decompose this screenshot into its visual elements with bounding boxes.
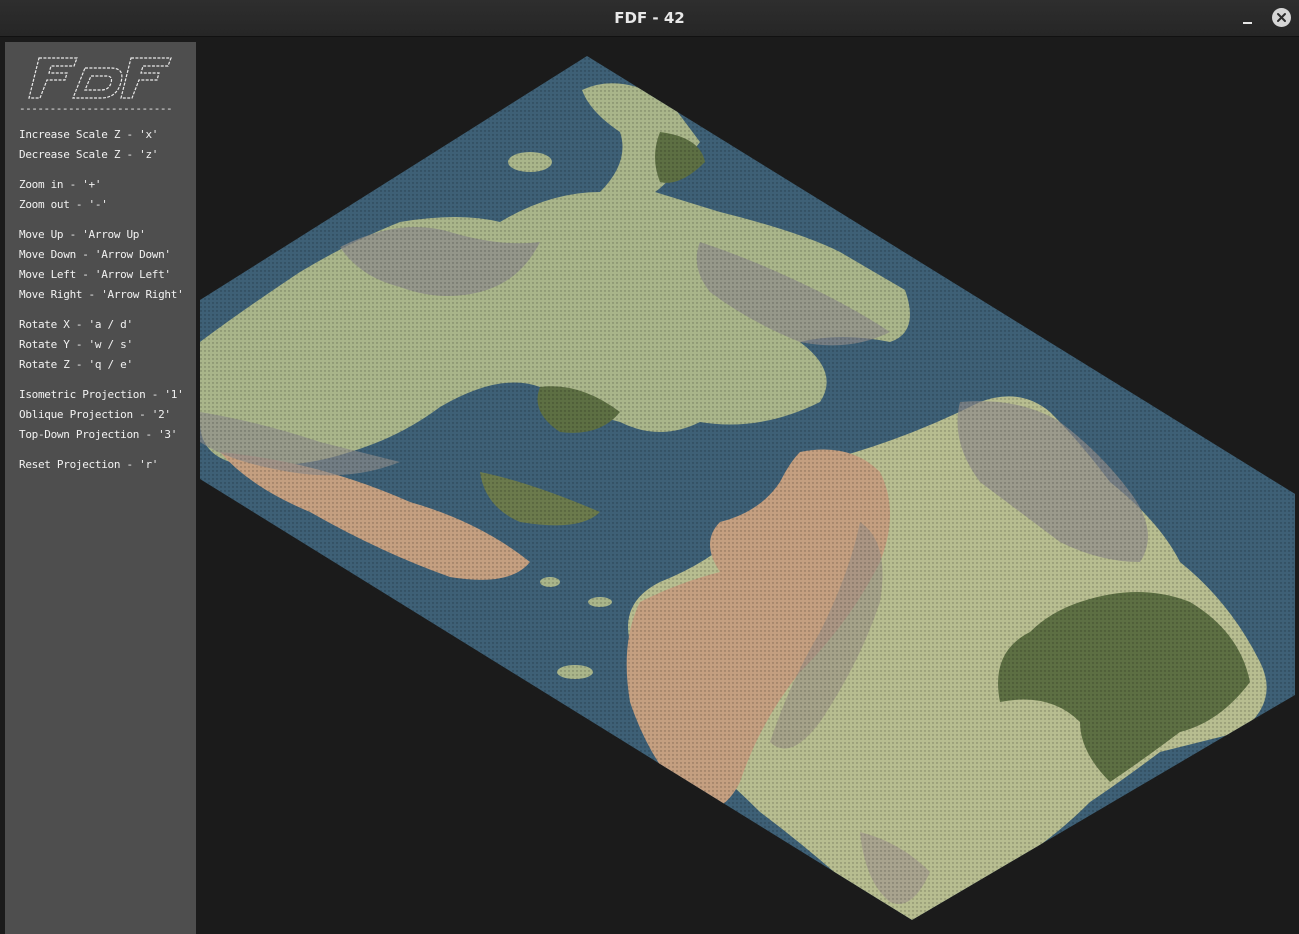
sidebar-divider: ------------------------- xyxy=(19,102,173,115)
fdf-logo xyxy=(28,57,172,99)
window-title: FDF - 42 xyxy=(614,9,685,27)
control-hint: Move Down - 'Arrow Down' xyxy=(19,248,171,261)
controls-sidebar: ------------------------- Increase Scale… xyxy=(5,42,196,934)
wireframe-map xyxy=(200,56,1295,920)
minimize-button[interactable] xyxy=(1238,8,1258,28)
control-hint: Oblique Projection - '2' xyxy=(19,408,171,421)
map-viewport[interactable] xyxy=(200,42,1295,934)
control-hint: Increase Scale Z - 'x' xyxy=(19,128,159,141)
control-hint: Top-Down Projection - '3' xyxy=(19,428,178,441)
control-hint: Rotate Z - 'q / e' xyxy=(19,358,133,371)
title-bar[interactable]: FDF - 42 xyxy=(0,0,1299,37)
controls-list: Increase Scale Z - 'x' Decrease Scale Z -… xyxy=(19,125,184,475)
control-hint: Rotate Y - 'w / s' xyxy=(19,338,133,351)
control-hint: Move Up - 'Arrow Up' xyxy=(19,228,146,241)
control-hint: Rotate X - 'a / d' xyxy=(19,318,133,331)
control-hint: Move Right - 'Arrow Right' xyxy=(19,288,184,301)
control-hint: Decrease Scale Z - 'z' xyxy=(19,148,159,161)
control-hint: Reset Projection - 'r' xyxy=(19,458,159,471)
control-hint: Move Left - 'Arrow Left' xyxy=(19,268,171,281)
control-hint: Isometric Projection - '1' xyxy=(19,388,184,401)
fdf-window: FDF - 42 ------------------------- Incre… xyxy=(0,0,1299,934)
control-hint: Zoom in - '+' xyxy=(19,178,102,191)
control-hint: Zoom out - '-' xyxy=(19,198,108,211)
close-icon xyxy=(1277,13,1286,22)
close-button[interactable] xyxy=(1272,8,1291,27)
